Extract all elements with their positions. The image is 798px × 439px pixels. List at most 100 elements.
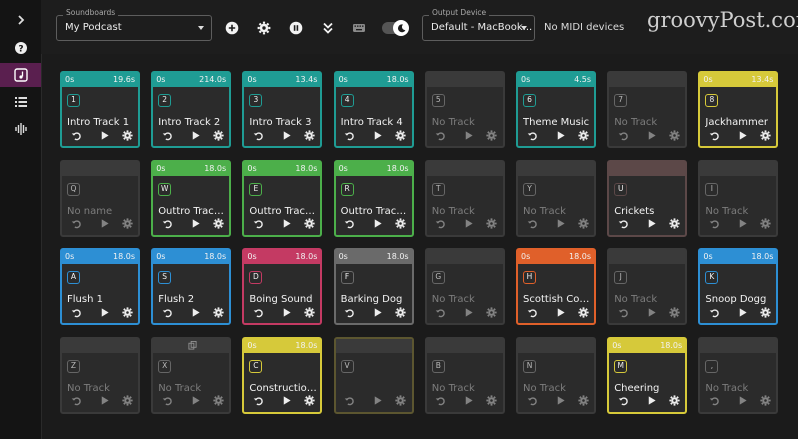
gear-icon[interactable] [486,218,498,230]
play-icon[interactable] [463,306,475,318]
restart-icon[interactable] [161,129,173,141]
play-icon[interactable] [463,218,475,230]
gear-icon[interactable] [121,129,133,141]
restart-icon[interactable] [617,129,629,141]
gear-icon[interactable] [212,129,224,141]
sound-pad[interactable]: 0s 18.0s A Flush 1 [60,248,140,325]
restart-icon[interactable] [708,306,720,318]
play-icon[interactable] [189,395,201,407]
play-icon[interactable] [554,395,566,407]
restart-icon[interactable] [161,218,173,230]
sound-pad[interactable]: Q No name [60,159,140,237]
playlist-nav-button[interactable] [7,90,35,114]
gear-icon[interactable] [212,306,224,318]
gear-icon[interactable] [121,395,133,407]
sound-pad[interactable]: X No Track [151,336,232,414]
restart-icon[interactable] [252,218,264,230]
sound-pad[interactable]: V [333,336,414,414]
restart-icon[interactable] [161,306,173,318]
gear-icon[interactable] [668,218,680,230]
restart-icon[interactable] [252,306,264,318]
restart-icon[interactable] [70,218,82,230]
settings-button[interactable] [256,20,272,36]
sound-pad[interactable]: , No Track [698,336,779,414]
play-icon[interactable] [463,395,475,407]
gear-icon[interactable] [668,306,680,318]
soundboard-nav-button[interactable] [0,63,41,87]
expand-sidebar-button[interactable] [7,8,35,32]
fade-out-button[interactable] [320,20,336,36]
play-icon[interactable] [98,306,110,318]
play-icon[interactable] [645,395,657,407]
restart-icon[interactable] [708,218,720,230]
keyboard-button[interactable] [351,20,367,36]
sound-pad[interactable]: 5 No Track [424,71,505,148]
play-icon[interactable] [736,129,748,141]
sound-pad[interactable]: B No Track [424,336,505,414]
gear-icon[interactable] [759,306,771,318]
gear-icon[interactable] [212,395,224,407]
sound-pad[interactable]: Z No Track [60,336,140,414]
restart-icon[interactable] [526,218,538,230]
sound-pad[interactable]: 0s 13.4s 3 Intro Track 3 [242,71,323,148]
sound-pad[interactable]: 0s 18.0s K Snoop Dogg [698,248,779,325]
sound-pad[interactable]: 0s 18.0s S Flush 2 [151,248,232,325]
gear-icon[interactable] [668,129,680,141]
restart-icon[interactable] [70,395,82,407]
play-icon[interactable] [280,395,292,407]
play-icon[interactable] [189,306,201,318]
play-icon[interactable] [189,218,201,230]
restart-icon[interactable] [435,218,447,230]
add-soundboard-button[interactable] [224,20,240,36]
restart-icon[interactable] [526,306,538,318]
gear-icon[interactable] [395,306,407,318]
play-icon[interactable] [189,129,201,141]
play-icon[interactable] [372,395,384,407]
audio-nav-button[interactable] [7,117,35,141]
gear-icon[interactable] [577,395,589,407]
sound-pad[interactable]: 0s 18.0s M Cheering [607,336,688,414]
sound-pad[interactable]: T No Track [424,159,505,237]
play-icon[interactable] [736,306,748,318]
gear-icon[interactable] [759,395,771,407]
restart-icon[interactable] [435,306,447,318]
gear-icon[interactable] [303,218,315,230]
play-icon[interactable] [736,218,748,230]
play-icon[interactable] [98,218,110,230]
restart-icon[interactable] [435,395,447,407]
gear-icon[interactable] [303,306,315,318]
gear-icon[interactable] [759,218,771,230]
restart-icon[interactable] [70,306,82,318]
sound-pad[interactable]: 0s 18.0s D Boing Sound [242,248,323,325]
play-icon[interactable] [645,218,657,230]
gear-icon[interactable] [121,306,133,318]
restart-icon[interactable] [70,129,82,141]
restart-icon[interactable] [252,395,264,407]
restart-icon[interactable] [161,395,173,407]
sound-pad[interactable]: 0s 18.0s F Barking Dog [333,248,414,325]
restart-icon[interactable] [344,306,356,318]
restart-icon[interactable] [344,129,356,141]
restart-icon[interactable] [435,129,447,141]
sound-pad[interactable]: 0s 18.0s C Construction 1 [242,336,323,414]
sound-pad[interactable]: N No Track [516,336,596,414]
gear-icon[interactable] [759,129,771,141]
gear-icon[interactable] [486,129,498,141]
restart-icon[interactable] [252,129,264,141]
restart-icon[interactable] [617,218,629,230]
output-device-select[interactable]: Output Device Default - MacBook... [422,8,535,41]
copy-icon[interactable] [188,340,197,350]
restart-icon[interactable] [617,395,629,407]
play-icon[interactable] [372,129,384,141]
sound-pad[interactable]: 7 No Track [607,71,688,148]
sound-pad[interactable]: I No Track [698,159,779,237]
play-icon[interactable] [554,129,566,141]
restart-icon[interactable] [708,395,720,407]
play-icon[interactable] [372,218,384,230]
gear-icon[interactable] [303,129,315,141]
sound-pad[interactable]: 0s 18.0s R Outtro Track 4 [333,159,414,237]
sound-pad[interactable]: 0s 13.4s 8 Jackhammer [698,71,779,148]
play-icon[interactable] [280,306,292,318]
sound-pad[interactable]: 0s 18.0s H Scottish Cou... [516,248,596,325]
play-icon[interactable] [645,129,657,141]
